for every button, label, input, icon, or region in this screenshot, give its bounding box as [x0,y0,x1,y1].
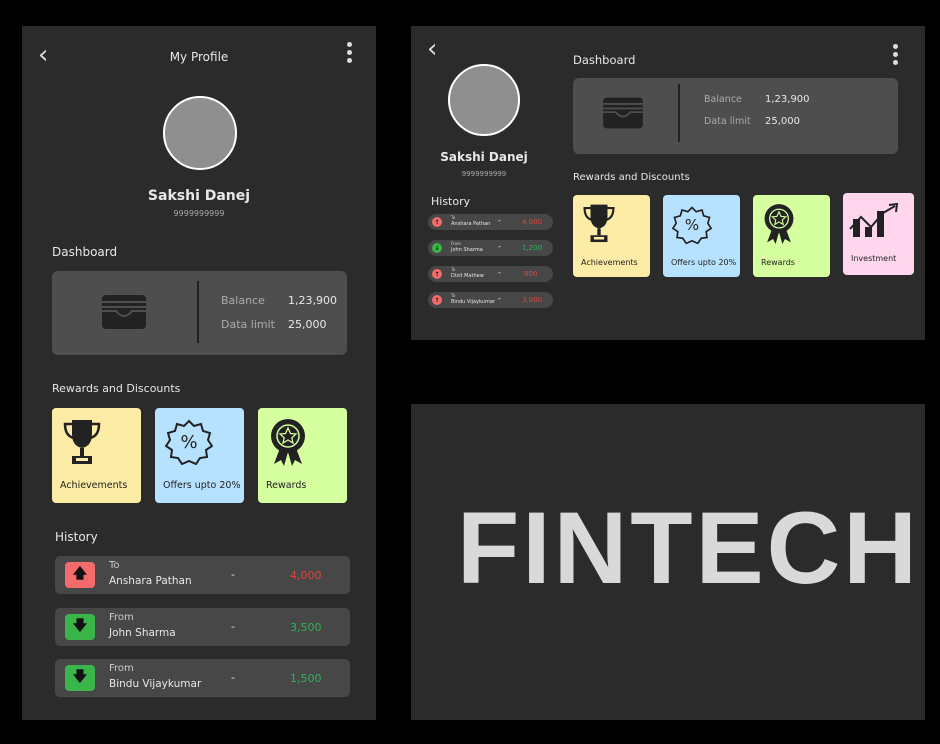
separator: - [498,216,501,225]
counterparty-name: Anshara Pathan [451,221,491,227]
counterparty-name: Dixit Mathew [451,273,484,279]
data-limit-value: 25,000 [288,318,327,331]
rewards-heading: Rewards and Discounts [52,382,181,395]
wallet-icon [603,97,643,129]
svg-text:%: % [180,432,197,453]
separator: - [231,568,235,581]
history-row[interactable]: 🡇 From Bindu Vijaykumar - 1,500 [55,659,350,697]
history-heading: History [431,195,471,208]
divider [197,281,199,343]
separator: - [231,620,235,633]
page-title: My Profile [169,50,229,64]
history-row[interactable]: ↑ To Anshara Pathan - 4,000 [428,214,553,230]
rewards-label: Rewards [266,480,307,491]
profile-name: Sakshi Danej [440,150,528,164]
offers-tile[interactable]: % Offers upto 20% [155,408,244,503]
arrow-down-icon: 🡇 [65,665,95,691]
amount: 4,000 [290,569,322,582]
counterparty-name: John Sharma [451,247,483,253]
achievements-tile[interactable]: Achievements [573,195,650,277]
kebab-menu-icon[interactable] [893,44,898,65]
rewards-tile[interactable]: Rewards [258,408,347,503]
tablet-dashboard-screen: ‹ Sakshi Danej 9999999999 History ↑ To A… [411,26,925,340]
award-ribbon-icon [271,419,305,466]
amount: 1,500 [290,672,322,685]
arrow-up-icon: ↑ [432,269,442,279]
avatar[interactable] [448,64,520,136]
profile-name: Sakshi Danej [147,188,251,204]
back-chevron-icon[interactable]: ‹ [427,36,437,62]
divider [678,84,680,142]
investment-tile[interactable]: Investment [843,193,914,275]
achievements-label: Achievements [60,480,128,491]
discount-badge-icon: % [165,419,213,466]
counterparty-name: Bindu Vijaykumar [109,678,202,690]
arrow-down-icon: ↓ [432,243,442,253]
rewards-heading: Rewards and Discounts [573,172,690,183]
offers-tile[interactable]: % Offers upto 20% [663,195,740,277]
separator: - [231,671,235,684]
amount: 3,500 [290,621,322,634]
profile-phone: 9999999999 [173,209,225,218]
svg-text:%: % [685,216,699,234]
direction-label: From [451,241,461,246]
direction-label: To [451,267,456,272]
direction-label: To [451,215,456,220]
arrow-up-icon: ↑ [432,295,442,305]
history-row[interactable]: ↓ From John Sharma - 1,200 [428,240,553,256]
banner-title: FINTECH [457,491,920,605]
separator: - [498,294,501,303]
arrow-down-icon: 🡇 [65,614,95,640]
fintech-banner: FINTECH [411,404,925,720]
dashboard-card[interactable]: Balance 1,23,900 Data limit 25,000 [573,78,898,154]
amount: 1,200 [522,244,543,252]
counterparty-name: Anshara Pathan [109,575,192,587]
data-limit-label: Data limit [704,116,751,127]
history-row[interactable]: ↑ To Bindu Vijaykumar - 3,000 [428,292,553,308]
balance-label: Balance [704,94,742,105]
separator: - [498,268,501,277]
achievements-label: Achievements [581,258,638,267]
history-row[interactable]: 🡅 To Anshara Pathan - 4,000 [55,556,350,594]
history-row[interactable]: 🡇 From John Sharma - 3,500 [55,608,350,646]
arrow-up-icon: 🡅 [65,562,95,588]
dashboard-card[interactable]: Balance 1,23,900 Data limit 25,000 [52,271,347,355]
offers-label: Offers upto 20% [163,480,241,491]
data-limit-value: 25,000 [765,116,800,127]
dashboard-heading: Dashboard [52,245,118,259]
balance-value: 1,23,900 [765,94,810,105]
amount: 3,000 [522,296,543,304]
profile-phone: 9999999999 [461,170,507,178]
direction-label: To [451,293,456,298]
history-row[interactable]: ↑ To Dixit Mathew - 800 [428,266,553,282]
mobile-profile-screen: ‹ My Profile Sakshi Danej 9999999999 Das… [22,26,376,720]
counterparty-name: Bindu Vijaykumar [451,299,495,305]
rewards-tile[interactable]: Rewards [753,195,830,277]
arrow-up-icon: ↑ [432,217,442,227]
kebab-menu-icon[interactable] [347,42,352,63]
trophy-icon [63,420,101,464]
direction-label: From [109,612,134,623]
history-heading: History [55,530,98,544]
direction-label: To [109,560,120,571]
balance-label: Balance [221,294,265,307]
amount: 4,000 [522,218,543,226]
offers-label: Offers upto 20% [671,258,737,267]
award-ribbon-icon [764,204,794,245]
discount-badge-icon: % [672,206,712,245]
growth-chart-icon [849,203,899,237]
investment-label: Investment [851,254,897,263]
amount: 800 [524,270,538,278]
data-limit-label: Data limit [221,318,275,331]
avatar[interactable] [163,96,237,170]
counterparty-name: John Sharma [109,627,176,639]
trophy-icon [583,204,615,243]
rewards-label: Rewards [761,258,795,267]
wallet-icon [102,295,146,329]
achievements-tile[interactable]: Achievements [52,408,141,503]
direction-label: From [109,663,134,674]
separator: - [498,242,501,251]
balance-value: 1,23,900 [288,294,337,307]
dashboard-heading: Dashboard [573,53,636,67]
